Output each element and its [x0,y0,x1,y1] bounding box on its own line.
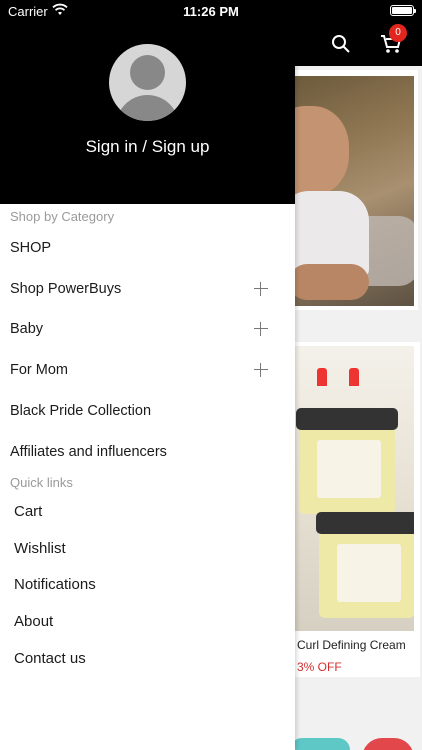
quick-link-label: Notifications [14,576,96,593]
battery-icon [390,5,416,16]
baby-photo [289,76,414,306]
quick-link-notifications[interactable]: Notifications [0,566,295,602]
product-card[interactable]: Curl Defining Cream 3% OFF [285,342,420,677]
quick-links-heading: Quick links [10,475,73,490]
status-bar: Carrier 11:26 PM [0,0,422,22]
quick-link-wishlist[interactable]: Wishlist [0,530,295,566]
quick-link-label: Cart [14,503,43,520]
product-title: Curl Defining Cream [297,638,406,652]
avatar-icon[interactable] [109,44,186,121]
plus-icon[interactable] [254,282,268,296]
category-label: Affiliates and influencers [10,444,167,460]
clock: 11:26 PM [183,4,239,19]
category-item-baby[interactable]: Baby [0,309,295,349]
quick-link-contact[interactable]: Contact us [0,640,295,676]
category-label: Black Pride Collection [10,403,152,419]
category-item-black-pride[interactable]: Black Pride Collection [0,391,295,431]
drawer-header: Sign in / Sign up [0,0,295,204]
category-item-for-mom[interactable]: For Mom [0,350,295,390]
quick-link-cart[interactable]: Cart [0,493,295,529]
banner-card[interactable] [285,70,418,310]
quick-link-label: Wishlist [14,540,66,557]
category-label: Baby [10,321,44,337]
category-item-affiliates[interactable]: Affiliates and influencers [0,432,295,472]
quick-link-label: About [14,613,54,630]
plus-icon[interactable] [254,322,268,336]
cart-badge: 0 [389,24,407,42]
product-discount: 3% OFF [297,660,342,674]
category-item-shop[interactable]: SHOP [0,228,295,268]
category-label: For Mom [10,362,68,378]
signin-link[interactable]: Sign in / Sign up [0,137,295,157]
product-thumb [362,738,414,750]
plus-icon[interactable] [254,363,268,377]
category-label: SHOP [10,240,52,256]
category-label: Shop PowerBuys [10,281,122,297]
search-icon[interactable] [331,34,351,54]
product-thumb [290,738,350,750]
category-item-shop-powerbuys[interactable]: Shop PowerBuys [0,269,295,309]
quick-link-label: Contact us [14,650,86,667]
quick-link-about[interactable]: About [0,603,295,639]
category-heading: Shop by Category [10,209,115,224]
side-drawer: Sign in / Sign up Shop by Category SHOP … [0,0,295,750]
product-photo [289,346,414,631]
